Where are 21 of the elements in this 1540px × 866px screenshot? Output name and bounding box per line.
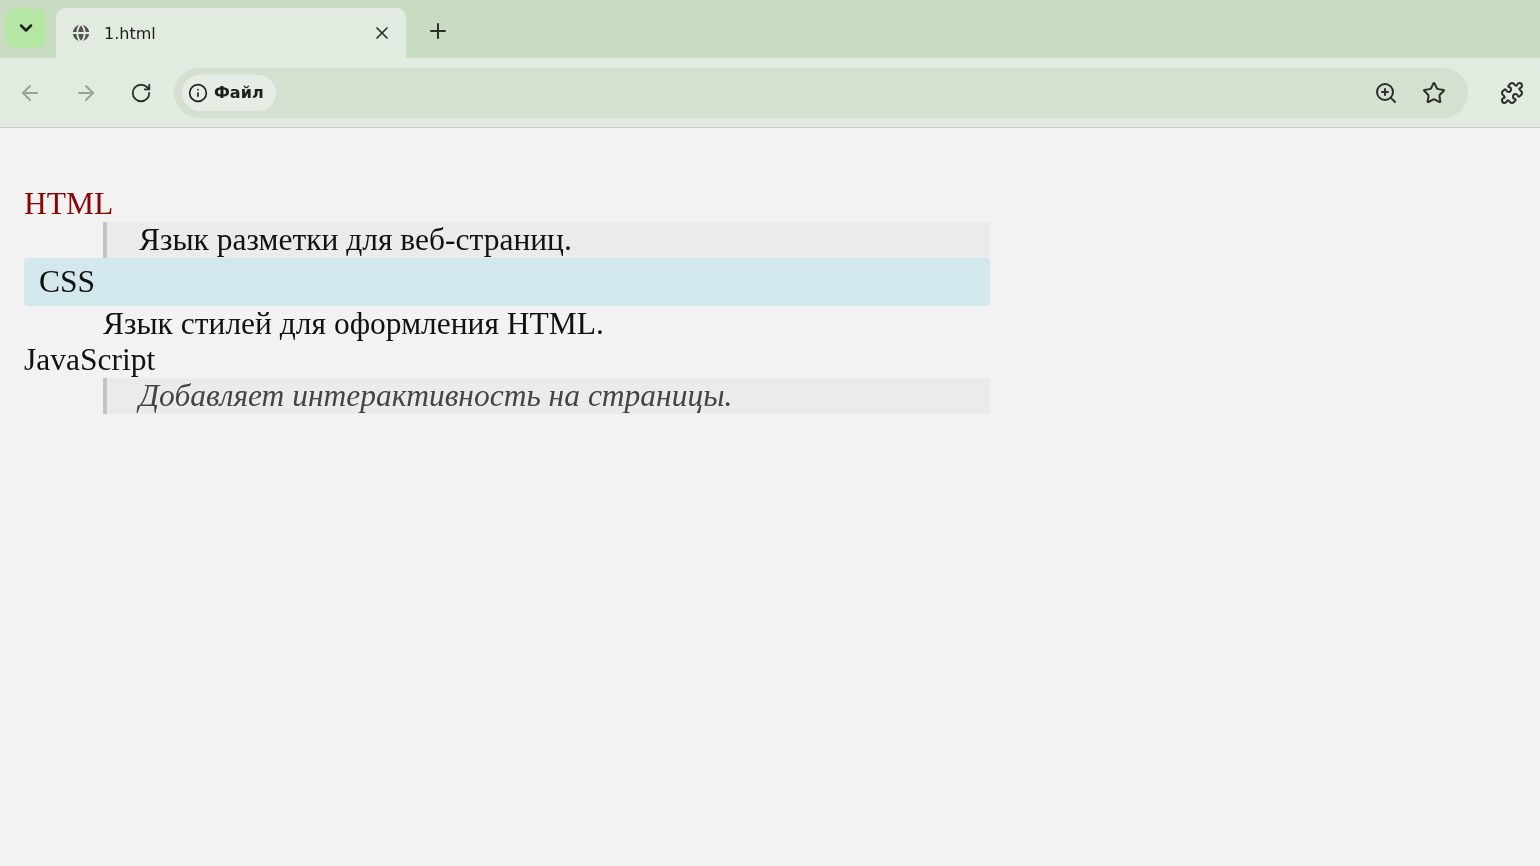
extensions-button[interactable]	[1500, 80, 1524, 105]
tab-title: 1.html	[104, 23, 157, 43]
browser-tab[interactable]: 1.html	[56, 8, 406, 58]
info-icon	[188, 82, 208, 103]
site-info-chip[interactable]: Файл	[182, 74, 276, 111]
definition-term: HTML	[24, 186, 115, 222]
bookmark-button[interactable]	[1422, 80, 1446, 105]
zoom-icon	[1374, 80, 1398, 105]
tab-list-button[interactable]	[6, 8, 46, 48]
definition-description: Язык стилей для оформления HTML.	[103, 306, 605, 342]
definition-term: JavaScript	[24, 342, 157, 378]
reload-button[interactable]	[130, 81, 152, 104]
zoom-button[interactable]	[1374, 80, 1398, 105]
globe-icon	[70, 22, 92, 44]
star-icon	[1422, 80, 1446, 105]
address-bar[interactable]: Файл	[174, 67, 1468, 118]
definition-description: Язык разметки для веб-страниц.	[103, 222, 990, 258]
definition-description: Добавляет интерактивность на страницы.	[103, 378, 990, 414]
puzzle-icon	[1500, 80, 1524, 105]
reload-icon	[130, 81, 152, 104]
definition-term: CSS	[24, 258, 990, 306]
